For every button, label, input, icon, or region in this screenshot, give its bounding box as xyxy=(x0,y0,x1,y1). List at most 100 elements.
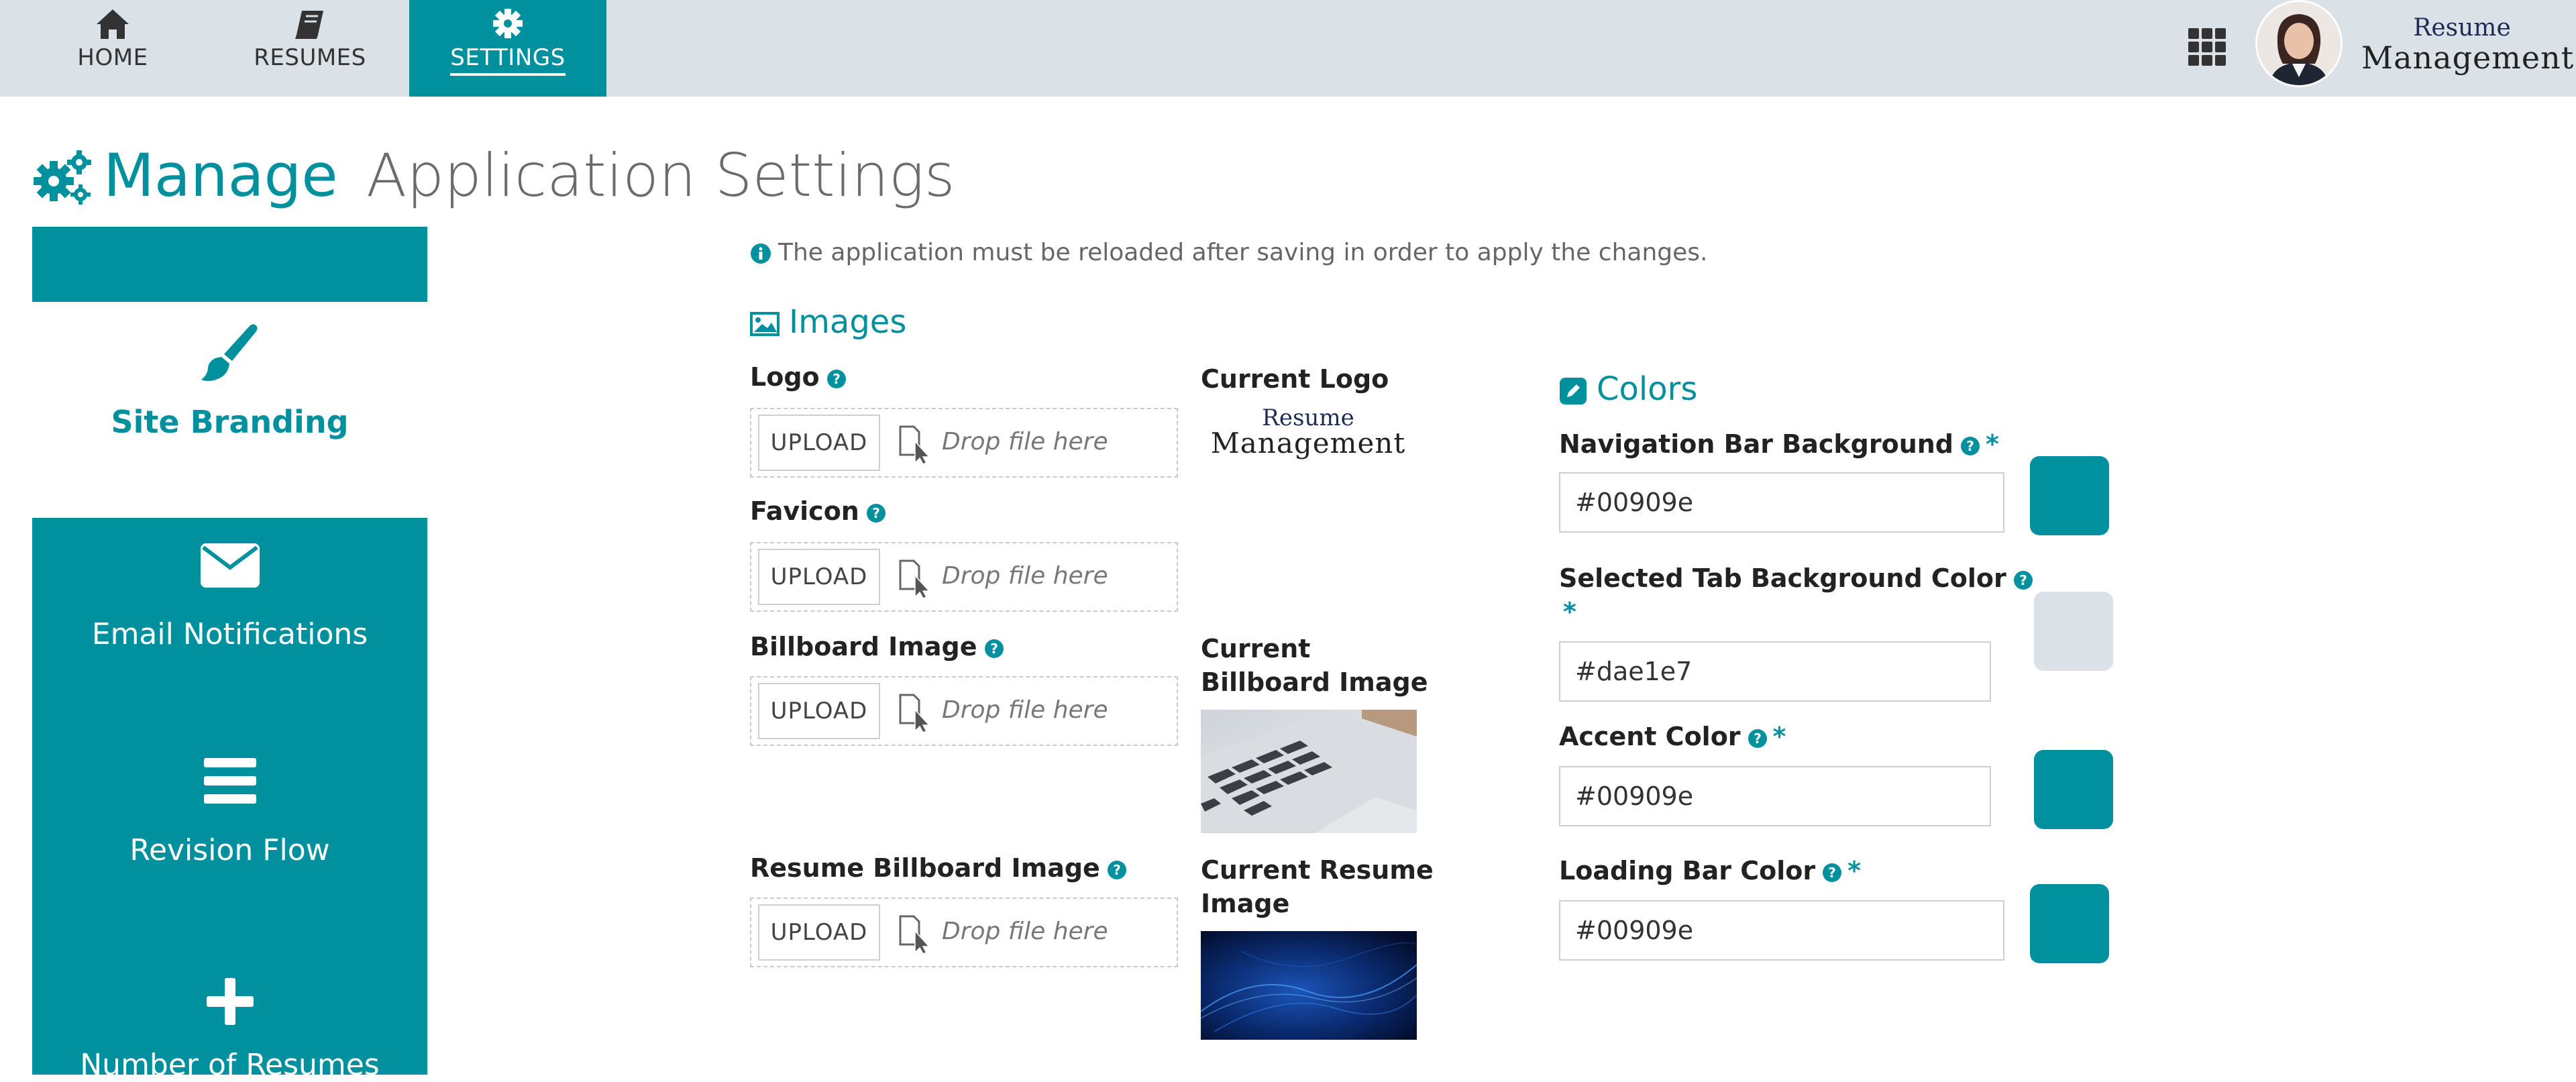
user-photo xyxy=(2257,2,2341,85)
sidebar-item-number-of-resumes[interactable]: Number of Resumes xyxy=(32,947,427,1082)
required-mark: * xyxy=(1563,597,1576,627)
plus-icon xyxy=(206,978,254,1025)
book-icon xyxy=(295,11,323,39)
required-mark: * xyxy=(1847,856,1861,885)
logo-dropzone[interactable]: UPLOAD Drop file here xyxy=(750,408,1178,478)
current-logo-line1: Resume xyxy=(1262,404,1354,431)
svg-text:?: ? xyxy=(1828,865,1836,881)
paintbrush-icon xyxy=(201,324,258,381)
nav-bg-color-input[interactable]: #00909e xyxy=(1559,472,2004,533)
logo-upload-button[interactable]: UPLOAD xyxy=(758,415,880,471)
favicon-label-text: Favicon xyxy=(750,496,859,526)
sidebar-item-site-branding[interactable]: Site Branding xyxy=(32,302,427,517)
image-icon xyxy=(750,312,780,336)
title-accent: Manage xyxy=(103,141,338,210)
selected-tab-bg-color-input[interactable]: #dae1e7 xyxy=(1559,641,1991,702)
help-icon[interactable]: ? xyxy=(1748,728,1768,749)
help-icon[interactable]: ? xyxy=(984,639,1004,659)
current-resume-image-label: Current Resume Image xyxy=(1201,853,1434,920)
svg-text:?: ? xyxy=(1113,862,1121,878)
current-billboard-label-line1: Current xyxy=(1201,634,1311,663)
logo-label: Logo? xyxy=(750,362,847,392)
current-logo-line2: Management xyxy=(1210,427,1406,459)
help-icon[interactable]: ? xyxy=(2013,570,2033,590)
sidebar-header xyxy=(32,227,427,302)
help-icon[interactable]: ? xyxy=(826,369,847,389)
current-resume-label-line1: Current Resume xyxy=(1201,855,1434,885)
accent-color-label: Accent Color? * xyxy=(1559,722,1786,751)
nav-home[interactable]: HOME xyxy=(27,0,199,97)
sidebar-item-label: Revision Flow xyxy=(129,833,330,867)
current-logo-label: Current Logo xyxy=(1201,364,1389,394)
info-icon xyxy=(751,244,771,264)
nav-resumes[interactable]: RESUMES xyxy=(224,0,396,97)
nav-settings[interactable]: SETTINGS xyxy=(409,0,606,97)
help-icon[interactable]: ? xyxy=(1822,863,1842,883)
user-avatar[interactable] xyxy=(2255,0,2343,87)
billboard-label-text: Billboard Image xyxy=(750,632,977,661)
current-resume-image xyxy=(1201,931,1417,1040)
required-mark: * xyxy=(1772,722,1786,751)
favicon-upload-button[interactable]: UPLOAD xyxy=(758,549,880,605)
drop-placeholder: Drop file here xyxy=(942,428,1108,455)
selected-tab-bg-label: Selected Tab Background Color? xyxy=(1559,563,2033,593)
file-drop-icon xyxy=(899,425,930,465)
help-icon[interactable]: ? xyxy=(866,503,886,523)
drop-placeholder: Drop file here xyxy=(942,562,1108,590)
file-drop-icon xyxy=(899,559,930,599)
gear-icon xyxy=(493,9,523,38)
resume-billboard-label: Resume Billboard Image? xyxy=(750,853,1127,883)
current-resume-label-line2: Image xyxy=(1201,889,1290,918)
required-mark: * xyxy=(1986,429,1999,459)
apps-grid-icon[interactable] xyxy=(2187,27,2227,67)
loading-bar-color-swatch[interactable] xyxy=(2030,884,2109,963)
svg-text:?: ? xyxy=(1966,438,1974,454)
nav-bg-color-swatch[interactable] xyxy=(2030,456,2109,535)
favicon-label: Favicon? xyxy=(750,496,886,526)
sidebar-menu: Email Notifications Revision Flow Number… xyxy=(32,518,427,1082)
envelope-icon xyxy=(200,543,260,588)
drop-placeholder: Drop file here xyxy=(942,918,1108,945)
abstract-blue-photo xyxy=(1201,931,1417,1040)
title-rest: Application Settings xyxy=(366,141,955,210)
loading-bar-color-label: Loading Bar Color? * xyxy=(1559,856,1861,885)
accent-color-swatch[interactable] xyxy=(2034,750,2113,829)
current-billboard-image xyxy=(1201,710,1417,833)
colors-heading: Colors xyxy=(1559,370,1697,408)
billboard-label: Billboard Image? xyxy=(750,632,1004,661)
top-nav-bar: HOME RESUMES SETTINGS Resume Management xyxy=(0,0,2576,97)
colors-heading-text: Colors xyxy=(1597,370,1698,408)
edit-icon xyxy=(1560,378,1587,404)
resume-billboard-dropzone[interactable]: UPLOAD Drop file here xyxy=(750,898,1178,967)
selected-tab-bg-color-swatch[interactable] xyxy=(2034,592,2113,671)
sidebar-item-label: Site Branding xyxy=(111,404,349,440)
resume-billboard-upload-button[interactable]: UPLOAD xyxy=(758,904,880,961)
sidebar-item-email-notifications[interactable]: Email Notifications xyxy=(32,518,427,733)
help-icon[interactable]: ? xyxy=(1107,860,1127,880)
images-heading: Images xyxy=(750,303,906,341)
gears-icon xyxy=(34,150,91,205)
selected-tab-bg-label-text: Selected Tab Background Color xyxy=(1559,563,2006,593)
images-heading-text: Images xyxy=(789,303,907,341)
current-billboard-label-line2: Billboard Image xyxy=(1201,667,1428,697)
billboard-dropzone[interactable]: UPLOAD Drop file here xyxy=(750,676,1178,746)
sidebar-item-label: Number of Resumes xyxy=(80,1048,380,1082)
help-icon[interactable]: ? xyxy=(1960,436,1980,456)
accent-color-label-text: Accent Color xyxy=(1559,722,1741,751)
loading-bar-color-input[interactable]: #00909e xyxy=(1559,900,2004,961)
nav-bg-label-text: Navigation Bar Background xyxy=(1559,429,1953,459)
brand-logo[interactable]: Resume Management xyxy=(2361,15,2573,74)
drop-placeholder: Drop file here xyxy=(942,696,1108,724)
home-icon xyxy=(97,9,129,39)
svg-text:?: ? xyxy=(2019,572,2027,588)
nav-resumes-label: RESUMES xyxy=(254,44,366,71)
laptop-photo xyxy=(1201,710,1417,833)
accent-color-input[interactable]: #00909e xyxy=(1559,766,1991,826)
reload-notice: The application must be reloaded after s… xyxy=(750,239,1707,266)
nav-bg-label: Navigation Bar Background? * xyxy=(1559,429,1999,459)
current-logo-preview: Resume Management xyxy=(1201,407,1415,457)
favicon-dropzone[interactable]: UPLOAD Drop file here xyxy=(750,542,1178,612)
svg-text:?: ? xyxy=(872,505,880,521)
billboard-upload-button[interactable]: UPLOAD xyxy=(758,683,880,739)
sidebar-item-revision-flow[interactable]: Revision Flow xyxy=(32,733,427,947)
